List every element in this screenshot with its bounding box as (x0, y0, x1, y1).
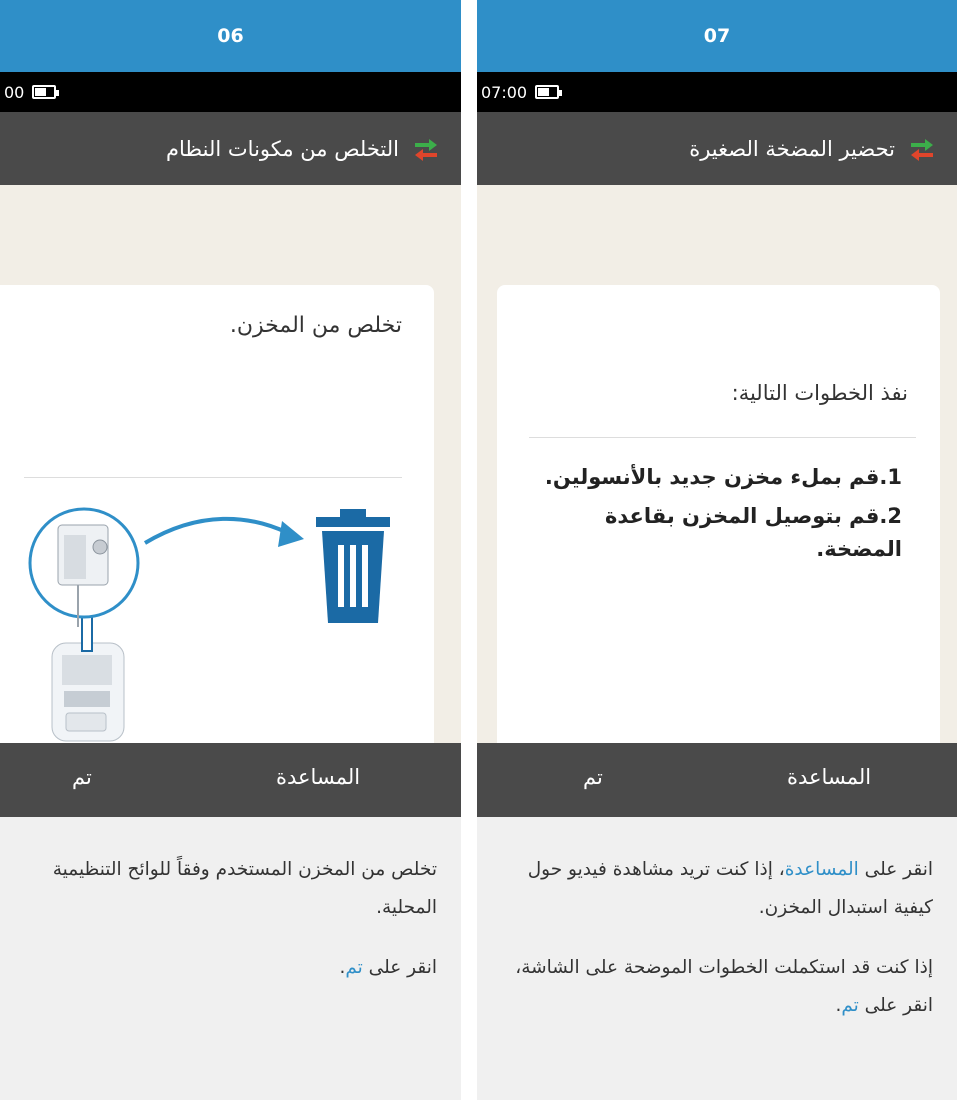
action-bar: تم المساعدة (477, 743, 957, 817)
divider (24, 477, 402, 478)
status-bar: 00 (0, 72, 461, 112)
step-number-header: 06 (0, 0, 461, 72)
card-heading: نفذ الخطوات التالية: (731, 381, 908, 405)
screen-title-bar: تحضير المضخة الصغيرة (477, 112, 957, 185)
done-link[interactable]: تم (345, 957, 362, 978)
battery-icon (32, 85, 60, 99)
help-button[interactable]: المساعدة (787, 765, 871, 789)
status-time: 00 (4, 82, 25, 102)
action-bar: تم المساعدة (0, 743, 461, 817)
note-paragraph: تخلص من المخزن المستخدم وفقاً للوائح الت… (52, 859, 437, 918)
swap-arrows-icon (415, 138, 437, 161)
done-button[interactable]: تم (72, 765, 92, 789)
help-button[interactable]: المساعدة (276, 765, 360, 789)
step-panel-06: 06 00 التخلص من مكونات النظام تخلص من ال… (0, 0, 461, 1100)
swap-arrows-icon (911, 138, 933, 161)
note-paragraph: انقر على تم. (339, 957, 437, 978)
device-screen: 07:00 تحضير المضخة الصغيرة نفذ الخطوات ا… (477, 72, 957, 817)
trash-can-icon (316, 509, 390, 623)
explanation-notes: انقر على المساعدة، إذا كنت تريد مشاهدة ف… (477, 817, 957, 1025)
instruction-card: تخلص من المخزن. (0, 285, 434, 779)
divider (529, 437, 916, 438)
battery-icon (535, 85, 563, 99)
screen-title: تحضير المضخة الصغيرة (689, 136, 895, 161)
status-bar: 07:00 (477, 72, 957, 112)
status-time: 07:00 (481, 82, 528, 102)
steps-list: 1.قم بملء مخزن جديد بالأنسولين. 2.قم بتو… (537, 461, 902, 566)
instruction-card: نفذ الخطوات التالية: 1.قم بملء مخزن جديد… (497, 285, 940, 779)
screen-title-bar: التخلص من مكونات النظام (0, 112, 461, 185)
card-text: تخلص من المخزن. (229, 313, 402, 338)
explanation-notes: تخلص من المخزن المستخدم وفقاً للوائح الت… (0, 817, 461, 987)
screen-title: التخلص من مكونات النظام (166, 136, 399, 161)
pump-base-image (51, 642, 125, 742)
done-button[interactable]: تم (583, 765, 603, 789)
step-item: 2.قم بتوصيل المخزن بقاعدة المضخة. (604, 504, 902, 561)
step-panel-07: 07 07:00 تحضير المضخة الصغيرة نفذ الخطوا… (477, 0, 957, 1100)
step-number-header: 07 (477, 0, 957, 72)
help-link[interactable]: المساعدة (785, 859, 859, 880)
dispose-reservoir-illustration (28, 507, 390, 742)
device-screen: 00 التخلص من مكونات النظام تخلص من المخز… (0, 72, 461, 817)
step-item: 1.قم بملء مخزن جديد بالأنسولين. (544, 465, 902, 489)
done-link[interactable]: تم (841, 995, 858, 1016)
note-paragraph: انقر على المساعدة، إذا كنت تريد مشاهدة ف… (527, 859, 933, 918)
note-paragraph: إذا كنت قد استكملت الخطوات الموضحة على ا… (515, 957, 933, 1016)
